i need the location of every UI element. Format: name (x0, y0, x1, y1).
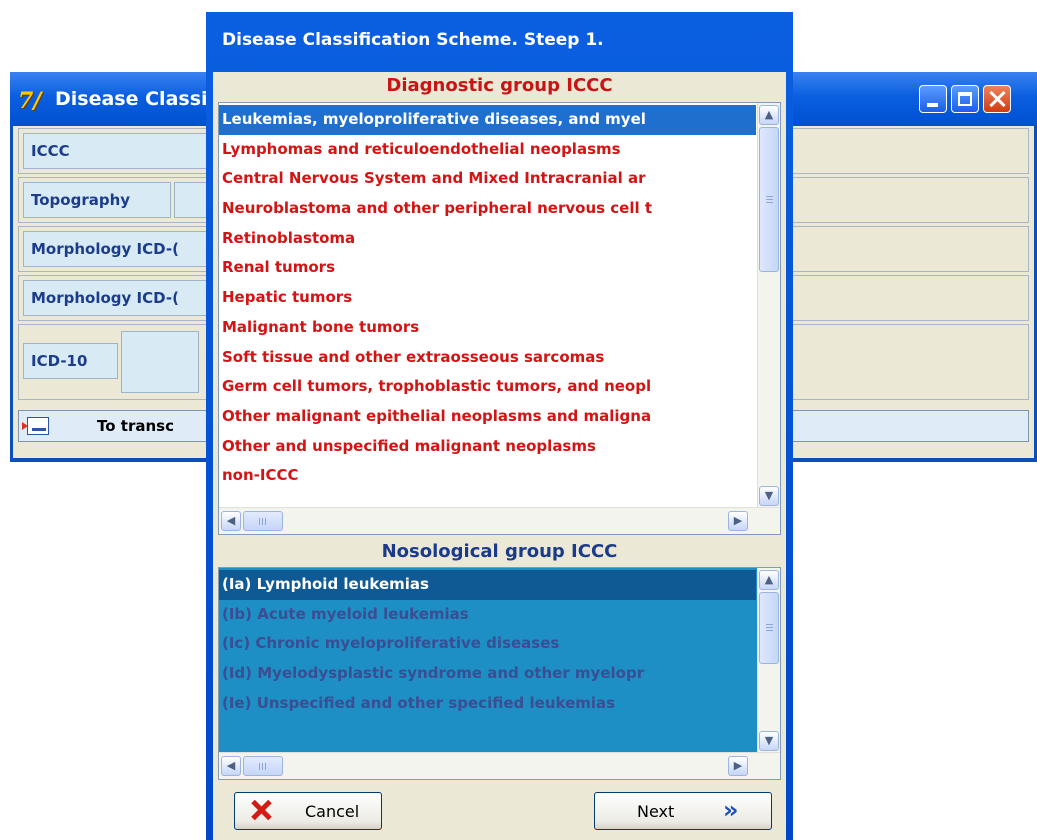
close-icon[interactable] (983, 85, 1011, 113)
list-item[interactable]: Leukemias, myeloproliferative diseases, … (219, 105, 756, 135)
topography-label: Topography (23, 182, 171, 218)
next-button-label: Next (637, 802, 675, 821)
scroll-left-icon[interactable]: ◀ (221, 756, 241, 776)
double-chevron-right-icon: » (723, 796, 738, 824)
icd10-code-field[interactable] (121, 331, 199, 393)
iccc-label: ICCC (23, 133, 215, 169)
dialog-title: Disease Classification Scheme. Steep 1. (222, 30, 604, 50)
next-button[interactable]: Next » (594, 792, 772, 830)
dialog-body: Diagnostic group ICCC Leukemias, myelopr… (213, 72, 786, 840)
classification-dialog: Disease Classification Scheme. Steep 1. … (206, 12, 793, 840)
list-item[interactable]: (Ib) Acute myeloid leukemias (219, 600, 756, 630)
scroll-thumb[interactable] (759, 592, 779, 664)
diagnostic-group-list[interactable]: Leukemias, myeloproliferative diseases, … (218, 102, 781, 535)
transfer-icon (22, 417, 49, 435)
diagnostic-horizontal-scrollbar[interactable]: ◀ ▶ (219, 507, 780, 534)
list-item[interactable]: Other malignant epithelial neoplasms and… (219, 402, 756, 432)
list-item[interactable]: (Id) Myelodysplastic syndrome and other … (219, 659, 756, 689)
cancel-button[interactable]: Cancel (234, 792, 382, 830)
background-window-title: Disease Classi (55, 88, 208, 110)
list-item[interactable]: non-ICCC (219, 461, 756, 491)
minimize-icon[interactable] (919, 85, 947, 113)
scroll-up-icon[interactable]: ▲ (759, 105, 779, 125)
nosological-group-header: Nosological group ICCC (381, 541, 618, 562)
list-item[interactable]: Malignant bone tumors (219, 313, 756, 343)
scroll-up-icon[interactable]: ▲ (759, 570, 779, 590)
close-x-icon (249, 798, 273, 822)
scroll-thumb[interactable] (243, 756, 283, 776)
diagnostic-vertical-scrollbar[interactable]: ▲ ▼ (757, 103, 780, 508)
list-item[interactable]: Retinoblastoma (219, 224, 756, 254)
list-item[interactable]: (Ie) Unspecified and other specified leu… (219, 689, 756, 719)
diagnostic-group-header: Diagnostic group ICCC (386, 75, 613, 96)
nosological-group-items: (Ia) Lymphoid leukemias (Ib) Acute myelo… (219, 570, 756, 718)
icd10-label: ICD-10 (23, 343, 118, 379)
scroll-right-icon[interactable]: ▶ (728, 511, 748, 531)
list-item[interactable]: Lymphomas and reticuloendothelial neopla… (219, 135, 756, 165)
scroll-left-icon[interactable]: ◀ (221, 511, 241, 531)
scroll-thumb[interactable] (759, 127, 779, 272)
morphology-label-2: Morphology ICD-( (23, 280, 215, 316)
app-icon: 7/ (18, 88, 42, 114)
scroll-down-icon[interactable]: ▼ (759, 486, 779, 506)
list-item[interactable]: Central Nervous System and Mixed Intracr… (219, 164, 756, 194)
list-item[interactable]: (Ic) Chronic myeloproliferative diseases (219, 629, 756, 659)
scroll-down-icon[interactable]: ▼ (759, 731, 779, 751)
list-item[interactable]: Hepatic tumors (219, 283, 756, 313)
scroll-right-icon[interactable]: ▶ (728, 756, 748, 776)
morphology-label-1: Morphology ICD-( (23, 231, 215, 267)
diagnostic-group-items: Leukemias, myeloproliferative diseases, … (219, 105, 756, 491)
nosological-horizontal-scrollbar[interactable]: ◀ ▶ (219, 752, 780, 779)
nosological-group-list[interactable]: (Ia) Lymphoid leukemias (Ib) Acute myelo… (218, 567, 781, 780)
list-item[interactable]: Other and unspecified malignant neoplasm… (219, 432, 756, 462)
list-item[interactable]: (Ia) Lymphoid leukemias (219, 570, 756, 600)
list-item[interactable]: Neuroblastoma and other peripheral nervo… (219, 194, 756, 224)
list-item[interactable]: Soft tissue and other extraosseous sarco… (219, 343, 756, 373)
nosological-vertical-scrollbar[interactable]: ▲ ▼ (757, 568, 780, 753)
maximize-icon[interactable] (951, 85, 979, 113)
list-item[interactable]: Renal tumors (219, 253, 756, 283)
list-item[interactable]: Germ cell tumors, trophoblastic tumors, … (219, 372, 756, 402)
transfer-button-label: To transc (97, 417, 174, 435)
cancel-button-label: Cancel (305, 802, 360, 821)
scroll-thumb[interactable] (243, 511, 283, 531)
